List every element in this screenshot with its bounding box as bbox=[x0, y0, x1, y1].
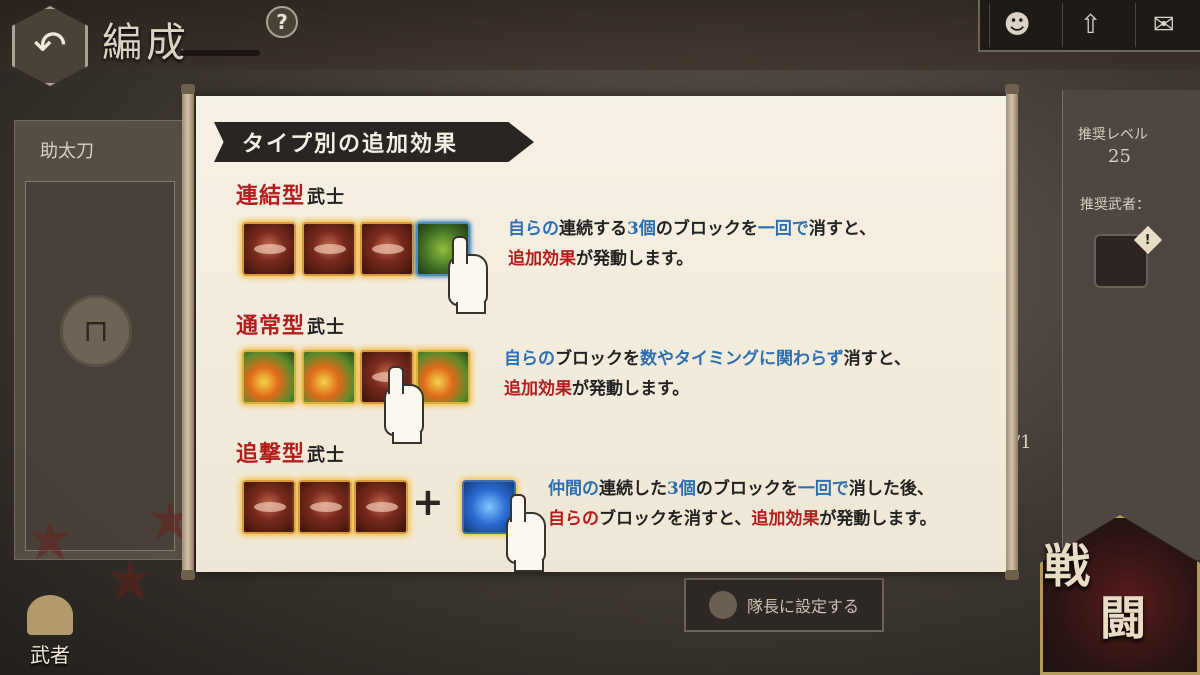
recommended-level-value: 25 bbox=[1108, 146, 1131, 167]
character-button[interactable]: ☻ bbox=[988, 3, 1045, 47]
scroll-rod-right bbox=[1005, 84, 1019, 580]
recommended-level-label: 推奨レベル bbox=[1078, 127, 1148, 143]
set-leader-label: 隊長に設定する bbox=[746, 597, 859, 616]
meat-block-icon bbox=[302, 222, 356, 276]
battle-button-label: 戦闘 bbox=[1044, 539, 1146, 645]
desc-line: 自らのブロックを数やタイミングに関わらず消すと、 bbox=[504, 349, 911, 369]
helper-label: 助太刀 bbox=[40, 141, 94, 162]
desc-line: 追加効果が発動します。 bbox=[508, 249, 694, 269]
stage-info-panel bbox=[1062, 90, 1200, 560]
brush-icon bbox=[708, 591, 737, 619]
up-arrow-button[interactable]: ⇧ bbox=[1061, 3, 1118, 47]
meat-block-icon bbox=[360, 222, 414, 276]
desc-line: 自らの連続する3個のブロックを一回で消すと、 bbox=[508, 219, 877, 239]
meat-block-icon bbox=[354, 480, 408, 534]
type-heading-normal: 通常型 武士 bbox=[236, 313, 346, 339]
scroll-rod-left bbox=[181, 84, 195, 580]
pointing-hand-icon bbox=[448, 236, 488, 314]
meat-block-icon bbox=[298, 480, 352, 534]
title-brush-stroke bbox=[180, 50, 260, 56]
back-arrow-icon: ↶ bbox=[33, 23, 67, 69]
maple-leaf-decoration bbox=[110, 560, 150, 600]
lock-icon: ⊓ bbox=[60, 295, 132, 367]
recommended-warrior-label: 推奨武者： bbox=[1080, 197, 1150, 213]
meat-block-icon bbox=[242, 480, 296, 534]
section-title: タイプ別の追加効果 bbox=[242, 131, 459, 157]
fire-block-icon bbox=[242, 350, 296, 404]
mail-button[interactable]: ✉ bbox=[1135, 3, 1191, 47]
type-normal-description: 自らのブロックを数やタイミングに関わらず消すと、 追加効果が発動します。 bbox=[504, 344, 911, 404]
help-button[interactable]: ? bbox=[266, 6, 298, 38]
warriors-nav-label: 武者 bbox=[30, 643, 70, 667]
section-title-banner: タイプ別の追加効果 bbox=[214, 122, 534, 162]
set-leader-button[interactable]: 隊長に設定する bbox=[684, 578, 884, 632]
helmet-icon bbox=[27, 595, 73, 635]
type-pursuit-description: 仲間の連続した3個のブロックを一回で消した後、 自らのブロックを消すと、追加効果… bbox=[548, 474, 937, 534]
pointing-hand-icon bbox=[384, 366, 424, 444]
type-heading-linked: 連結型 武士 bbox=[236, 183, 346, 209]
desc-line: 追加効果が発動します。 bbox=[504, 379, 690, 399]
fire-block-icon bbox=[302, 350, 356, 404]
type-heading-pursuit: 追撃型 武士 bbox=[236, 441, 346, 467]
pointing-hand-icon bbox=[506, 494, 546, 572]
up-arrow-icon: ⇧ bbox=[1079, 10, 1102, 40]
warriors-nav-button[interactable]: 武者 bbox=[18, 588, 82, 668]
meat-block-icon bbox=[242, 222, 296, 276]
desc-line: 仲間の連続した3個のブロックを一回で消した後、 bbox=[548, 479, 934, 499]
type-linked-description: 自らの連続する3個のブロックを一回で消すと、 追加効果が発動します。 bbox=[508, 214, 876, 274]
mail-icon: ✉ bbox=[1152, 10, 1175, 40]
page-title: 編成 bbox=[102, 20, 190, 66]
top-right-toolbar: ☻ ⇧ ✉ bbox=[978, 0, 1200, 52]
fire-block-icon bbox=[416, 350, 470, 404]
character-icon: ☻ bbox=[1003, 10, 1031, 40]
plus-icon: + bbox=[412, 480, 444, 524]
desc-line: 自らのブロックを消すと、追加効果が発動します。 bbox=[548, 509, 937, 529]
